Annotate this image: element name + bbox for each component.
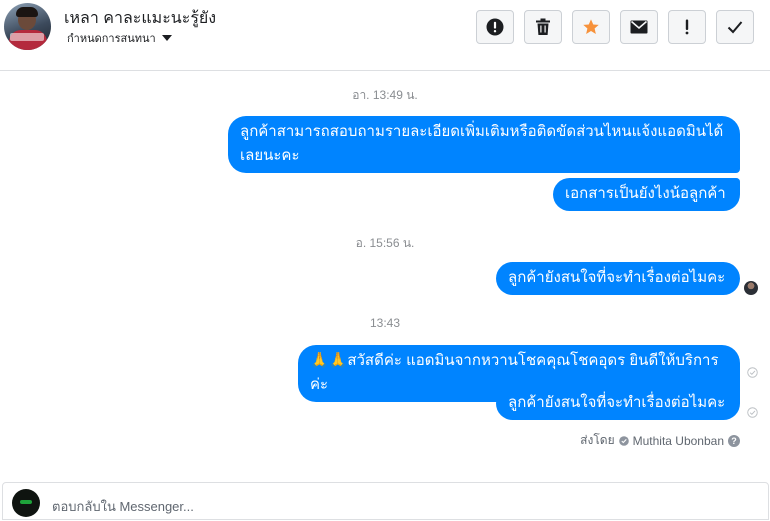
timestamp: อ. 15:56 น. xyxy=(355,236,415,250)
timestamp: อา. 13:49 น. xyxy=(352,88,418,102)
mark-unread-button[interactable] xyxy=(620,10,658,44)
delete-button[interactable] xyxy=(524,10,562,44)
reply-composer[interactable]: ตอบกลับใน Messenger... xyxy=(2,482,769,520)
trash-icon xyxy=(536,18,550,35)
caret-down-icon xyxy=(161,35,172,41)
page-avatar xyxy=(12,489,40,517)
verified-check-icon xyxy=(618,435,629,446)
sent-by-prefix: ส่งโดย xyxy=(580,433,615,447)
sent-check-icon xyxy=(747,407,758,418)
conversation-header: เหลา คาละแมะนะรู้ยัง กำหนดการสนทนา xyxy=(0,0,770,71)
timestamp: 13:43 xyxy=(369,316,401,330)
contact-avatar[interactable] xyxy=(4,3,51,50)
conversation-label-text: กำหนดการสนทนา xyxy=(67,33,156,45)
message-bubble[interactable]: เอกสารเป็นยังไงน้อลูกค้า xyxy=(553,178,740,211)
contact-name[interactable]: เหลา คาละแมะนะรู้ยัง xyxy=(64,6,216,31)
mark-spam-button[interactable] xyxy=(476,10,514,44)
message-bubble[interactable]: ลูกค้ายังสนใจที่จะทำเรื่องต่อไมคะ xyxy=(496,387,740,420)
sent-by-name[interactable]: Muthita Ubonban xyxy=(633,434,724,448)
conversation-label-dropdown[interactable]: กำหนดการสนทนา xyxy=(67,29,172,47)
exclamation-icon xyxy=(685,19,689,35)
message-thread[interactable]: อา. 13:49 น. ลูกค้าสามารถสอบถามรายละเอีย… xyxy=(0,72,770,482)
sent-check-icon xyxy=(747,367,758,378)
star-icon xyxy=(583,19,599,34)
exclamation-circle-icon xyxy=(486,18,504,36)
sent-by-info: ส่งโดย Muthita Ubonban ? xyxy=(580,431,740,450)
star-button[interactable] xyxy=(572,10,610,44)
checkmark-icon xyxy=(727,21,743,34)
message-bubble[interactable]: ลูกค้ายังสนใจที่จะทำเรื่องต่อไมคะ xyxy=(496,262,740,295)
mark-done-button[interactable] xyxy=(716,10,754,44)
message-bubble[interactable]: ลูกค้าสามารถสอบถามรายละเอียดเพิ่มเติมหรื… xyxy=(228,116,740,173)
envelope-icon xyxy=(630,20,648,34)
seen-avatar xyxy=(744,281,758,295)
help-icon[interactable]: ? xyxy=(728,434,740,447)
follow-up-button[interactable] xyxy=(668,10,706,44)
reply-input[interactable]: ตอบกลับใน Messenger... xyxy=(52,496,194,517)
